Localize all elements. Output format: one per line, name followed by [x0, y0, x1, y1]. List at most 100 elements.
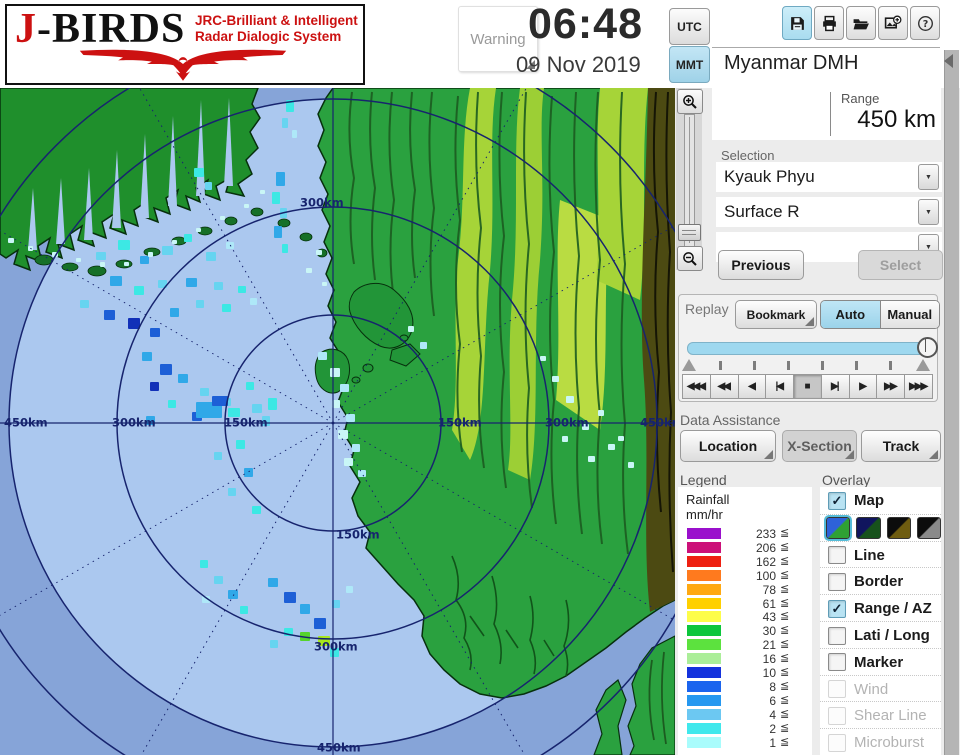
playback-button-7[interactable]: ▶▶ — [876, 374, 905, 399]
less-equal-symbol: ≦ — [780, 540, 789, 553]
replay-tick — [753, 361, 756, 370]
replay-tick — [889, 361, 892, 370]
border-checkbox[interactable] — [828, 573, 846, 591]
data-assistance-label: Data Assistance — [680, 412, 780, 428]
less-equal-symbol: ≦ — [780, 609, 789, 622]
replay-mode-switch: Auto Manual — [820, 300, 940, 329]
replay-left-bound-icon[interactable] — [682, 359, 696, 371]
playback-button-4[interactable]: ■ — [793, 374, 822, 399]
svg-text:150km: 150km — [438, 416, 482, 430]
less-equal-symbol: ≦ — [780, 623, 789, 636]
print-button[interactable] — [814, 6, 844, 40]
location-button[interactable]: Location — [680, 430, 776, 462]
legend-row: 78≦ — [678, 584, 812, 596]
overlay-item-wind: Wind — [820, 675, 941, 703]
open-folder-button[interactable] — [846, 6, 876, 40]
replay-slider-thumb[interactable] — [917, 337, 938, 358]
svg-text:300km: 300km — [300, 196, 344, 210]
date: 09 Nov 2019 — [516, 52, 676, 80]
utc-button[interactable]: UTC — [669, 8, 710, 45]
legend-color-swatch — [687, 681, 721, 692]
folder-icon — [852, 15, 870, 32]
overlay-item-label: Range / AZ — [854, 600, 932, 617]
svg-text:450km: 450km — [4, 416, 48, 430]
replay-slider-track[interactable] — [687, 342, 931, 355]
overlay-item-label: Border — [854, 573, 903, 590]
overlay-item-shear-line: Shear Line — [820, 701, 941, 729]
playback-button-2[interactable]: ◀ — [738, 374, 767, 399]
replay-right-bound-icon[interactable] — [916, 359, 930, 371]
overlay-item-map: ✓Map — [820, 487, 941, 514]
legend-row: 100≦ — [678, 570, 812, 582]
auto-button[interactable]: Auto — [821, 301, 880, 328]
playback-button-6[interactable]: ▶ — [849, 374, 878, 399]
collapse-panel-arrow-icon[interactable] — [944, 54, 953, 68]
legend-color-swatch — [687, 584, 721, 595]
warning-label: Warning — [470, 31, 525, 48]
legend-color-swatch — [687, 556, 721, 567]
print-icon — [821, 15, 838, 32]
right-scrollbar[interactable] — [944, 50, 959, 755]
rainfall-legend: Rainfall mm/hr 233≦206≦162≦100≦78≦61≦43≦… — [678, 487, 812, 755]
replay-tick — [855, 361, 858, 370]
chevron-down-icon[interactable]: ▼ — [918, 199, 939, 225]
less-equal-symbol: ≦ — [780, 665, 789, 678]
range-value: 450 km — [836, 106, 936, 134]
line-checkbox[interactable] — [828, 546, 846, 564]
overlay-item-border: Border — [820, 567, 941, 595]
map-style-swatch[interactable] — [826, 517, 850, 539]
toolbar: ? — [782, 6, 940, 39]
range-divider — [830, 92, 831, 136]
legend-value: 16 — [724, 652, 776, 666]
legend-value: 61 — [724, 597, 776, 611]
map-style-swatch[interactable] — [887, 517, 911, 539]
legend-value: 206 — [724, 541, 776, 555]
legend-row: 10≦ — [678, 667, 812, 679]
legend-row: 233≦ — [678, 528, 812, 540]
map-checkbox[interactable]: ✓ — [828, 492, 846, 510]
legend-color-swatch — [687, 667, 721, 678]
select-button[interactable]: Select — [858, 250, 943, 280]
overlay-item-label: Marker — [854, 654, 903, 671]
manual-button[interactable]: Manual — [880, 301, 940, 328]
mmt-button[interactable]: MMT — [669, 46, 710, 83]
add-image-icon — [884, 15, 902, 32]
zoom-in-button[interactable] — [677, 89, 703, 114]
playback-button-0[interactable]: ◀◀◀ — [682, 374, 711, 399]
zoom-out-button[interactable] — [677, 246, 703, 271]
range-az-checkbox[interactable]: ✓ — [828, 600, 846, 618]
playback-button-1[interactable]: ◀◀ — [710, 374, 739, 399]
overlay-label: Overlay — [822, 472, 870, 488]
legend-value: 4 — [724, 708, 776, 722]
overlay-item-label: Shear Line — [854, 707, 927, 724]
legend-value: 30 — [724, 624, 776, 638]
previous-button[interactable]: Previous — [718, 250, 804, 280]
station-title: Myanmar DMH — [724, 52, 858, 75]
map-style-swatch[interactable] — [856, 517, 880, 539]
track-button[interactable]: Track — [861, 430, 941, 462]
site-dropdown-value: Kyauk Phyu — [716, 167, 918, 187]
map-style-swatch[interactable] — [917, 517, 941, 539]
playback-button-5[interactable]: ▶| — [821, 374, 850, 399]
zoom-slider-thumb[interactable] — [678, 224, 701, 241]
product-dropdown[interactable]: Surface R ▼ — [716, 197, 942, 227]
add-image-button[interactable] — [878, 6, 908, 40]
lati-long-checkbox[interactable] — [828, 627, 846, 645]
save-button[interactable] — [782, 6, 812, 40]
overlay-item-label: Microburst — [854, 734, 924, 751]
svg-text:450km: 450km — [640, 416, 675, 430]
overlay-item-label: Line — [854, 547, 885, 564]
less-equal-symbol: ≦ — [780, 735, 789, 748]
x-section-button[interactable]: X-Section — [782, 430, 857, 462]
marker-checkbox[interactable] — [828, 653, 846, 671]
playback-button-3[interactable]: |◀ — [765, 374, 794, 399]
bookmark-button[interactable]: Bookmark — [735, 300, 817, 329]
site-dropdown[interactable]: Kyauk Phyu ▼ — [716, 162, 942, 192]
less-equal-symbol: ≦ — [780, 693, 789, 706]
chevron-down-icon[interactable]: ▼ — [918, 164, 939, 190]
radar-map[interactable]: 450km300km150km150km300km450km300km150km… — [0, 88, 675, 755]
overlay-item-marker: Marker — [820, 648, 941, 676]
less-equal-symbol: ≦ — [780, 554, 789, 567]
help-button[interactable]: ? — [910, 6, 940, 40]
playback-button-8[interactable]: ▶▶▶ — [904, 374, 933, 399]
